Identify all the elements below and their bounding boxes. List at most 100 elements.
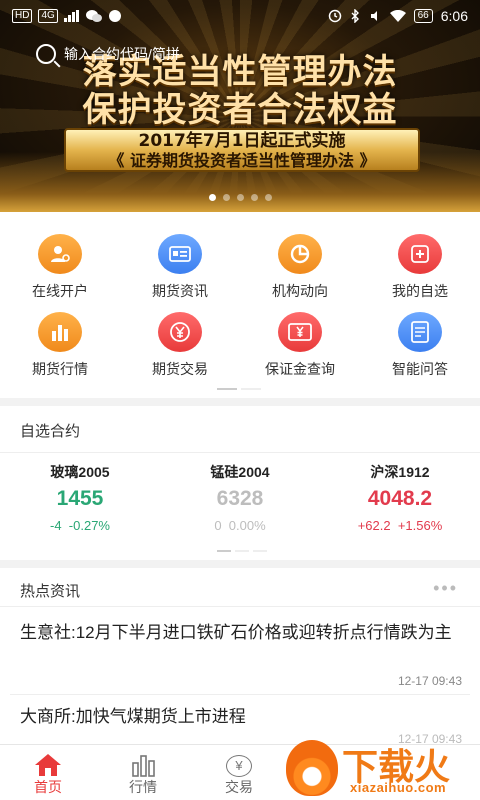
change-percent: +1.56% xyxy=(397,518,443,533)
change-percent: 0.00% xyxy=(228,518,266,533)
menu-label: 在线开户 xyxy=(32,283,88,299)
yen-icon xyxy=(158,312,202,352)
menu-label: 智能问答 xyxy=(392,361,448,377)
menu-futures-quotes[interactable]: 期货行情 xyxy=(0,312,120,379)
contract-name: 锰硅2004 xyxy=(210,464,270,480)
wifi-icon xyxy=(389,10,406,22)
status-bar: HD 4G 66 6:06 xyxy=(0,0,480,32)
banner-dot[interactable] xyxy=(236,194,244,201)
menu-label: 期货资讯 xyxy=(152,283,208,299)
banner-pagination[interactable] xyxy=(0,194,480,201)
quick-menu: 在线开户 期货资讯 机构动向 我的自选 期货行情 期货交易 保证金查询 智能问答 xyxy=(0,212,480,398)
contract-change: +62.2 +1.56% xyxy=(320,518,480,533)
quotes-chart-icon xyxy=(98,751,188,777)
tab-trade[interactable]: ¥ 交易 xyxy=(194,751,284,797)
pie-chart-icon xyxy=(278,234,322,274)
plus-icon xyxy=(398,234,442,274)
alarm-icon xyxy=(328,9,341,23)
promo-banner[interactable]: HD 4G 66 6:06 输入合约代码/简拼 落实适当性管理办法 保护投资者合… xyxy=(0,0,480,212)
menu-label: 机构动向 xyxy=(272,283,328,299)
banner-notice-plate: 2017年7月1日起正式实施 《 证券期货投资者适当性管理办法 》 xyxy=(64,128,420,172)
tab-home[interactable]: 首页 xyxy=(3,751,93,797)
contract-change: -4 -0.27% xyxy=(0,518,160,533)
banner-subline-2: 《 证券期货投资者适当性管理办法 》 xyxy=(108,151,376,170)
news-headline[interactable]: 生意社:12月下半月进口铁矿石价格或迎转折点行情跌为主 xyxy=(20,620,466,646)
contract-name: 玻璃2005 xyxy=(50,464,110,480)
home-icon xyxy=(3,751,93,777)
bar-chart-icon xyxy=(38,312,82,352)
news-card-icon xyxy=(158,234,202,274)
banner-dot[interactable] xyxy=(208,194,216,201)
menu-margin-query[interactable]: 保证金查询 xyxy=(240,312,360,379)
watermark-site: xiazaihuo.com xyxy=(350,780,447,795)
news-title: 热点资讯 xyxy=(20,583,81,600)
divider xyxy=(0,452,480,453)
banner-subline-1: 2017年7月1日起正式实施 xyxy=(138,131,346,151)
watchlist-page-indicator[interactable] xyxy=(253,550,267,552)
menu-label: 我的自选 xyxy=(392,283,448,299)
search-bar[interactable]: 输入合约代码/简拼 xyxy=(36,44,180,64)
menu-my-watchlist[interactable]: 我的自选 xyxy=(360,234,480,301)
account-open-icon xyxy=(38,234,82,274)
menu-futures-trading[interactable]: 期货交易 xyxy=(120,312,240,379)
tab-quotes[interactable]: 行情 xyxy=(98,751,188,797)
change-value: -4 xyxy=(50,518,62,533)
banner-dot[interactable] xyxy=(264,194,272,201)
divider xyxy=(10,694,470,695)
banner-dot[interactable] xyxy=(222,194,230,201)
network-indicators: HD 4G xyxy=(12,9,122,23)
watchlist-card: 自选合约 玻璃2005 1455 -4 -0.27% 锰硅2004 6328 0… xyxy=(0,406,480,560)
menu-smart-qa[interactable]: 智能问答 xyxy=(360,312,480,379)
contract-price: 4048.2 xyxy=(367,487,433,510)
tab-label: 行情 xyxy=(129,779,157,795)
news-headline[interactable]: 大商所:加快气煤期货上市进程 xyxy=(20,702,246,727)
contract-price: 6328 xyxy=(216,487,264,510)
watchlist-page-indicator[interactable] xyxy=(217,550,231,552)
trade-yen-icon: ¥ xyxy=(194,751,284,777)
news-time: 12-17 09:43 xyxy=(397,674,462,688)
change-value: +62.2 xyxy=(357,518,391,533)
flame-icon xyxy=(286,740,338,796)
menu-online-account[interactable]: 在线开户 xyxy=(0,234,120,301)
contract-price: 1455 xyxy=(56,487,104,510)
clock: 6:06 xyxy=(440,8,468,24)
yen-card-icon xyxy=(278,312,322,352)
watermark-logo: 下载火 xiazaihuo.com xyxy=(282,736,480,800)
signal-icon xyxy=(63,10,79,22)
menu-page-indicator[interactable] xyxy=(217,388,237,390)
hd-badge: HD xyxy=(12,9,33,23)
menu-pagination[interactable] xyxy=(217,388,261,390)
system-indicators: 66 6:06 xyxy=(328,8,468,24)
watchlist-title: 自选合约 xyxy=(20,423,81,440)
menu-page-indicator[interactable] xyxy=(241,388,261,390)
mute-icon xyxy=(370,11,377,21)
search-icon[interactable] xyxy=(36,44,56,64)
tab-label: 首页 xyxy=(34,779,62,795)
bluetooth-icon xyxy=(351,9,359,23)
tab-label: 交易 xyxy=(225,779,253,795)
more-options-icon[interactable]: ••• xyxy=(433,578,458,599)
document-icon xyxy=(398,312,442,352)
menu-label: 保证金查询 xyxy=(265,361,335,377)
menu-institution-moves[interactable]: 机构动向 xyxy=(240,234,360,301)
banner-headline-2: 保护投资者合法权益 xyxy=(82,90,398,130)
menu-label: 期货行情 xyxy=(32,361,88,377)
4g-badge: 4G xyxy=(38,9,58,23)
divider xyxy=(0,606,480,607)
watchlist-pagination[interactable] xyxy=(217,550,267,552)
battery-indicator: 66 xyxy=(413,9,433,23)
change-value: 0 xyxy=(214,518,222,533)
banner-dot[interactable] xyxy=(250,194,258,201)
contract-card-csi300[interactable]: 沪深1912 4048.2 +62.2 +1.56% xyxy=(320,462,480,533)
contract-name: 沪深1912 xyxy=(370,464,430,480)
contract-card-glass[interactable]: 玻璃2005 1455 -4 -0.27% xyxy=(0,462,160,533)
chat-icon xyxy=(108,10,121,22)
contract-change: 0 0.00% xyxy=(160,518,320,533)
menu-futures-news[interactable]: 期货资讯 xyxy=(120,234,240,301)
contract-card-silicomanganese[interactable]: 锰硅2004 6328 0 0.00% xyxy=(160,462,320,533)
wechat-icon xyxy=(85,10,102,22)
change-percent: -0.27% xyxy=(68,518,110,533)
menu-label: 期货交易 xyxy=(152,361,208,377)
watchlist-page-indicator[interactable] xyxy=(235,550,249,552)
search-input[interactable]: 输入合约代码/简拼 xyxy=(64,44,180,64)
